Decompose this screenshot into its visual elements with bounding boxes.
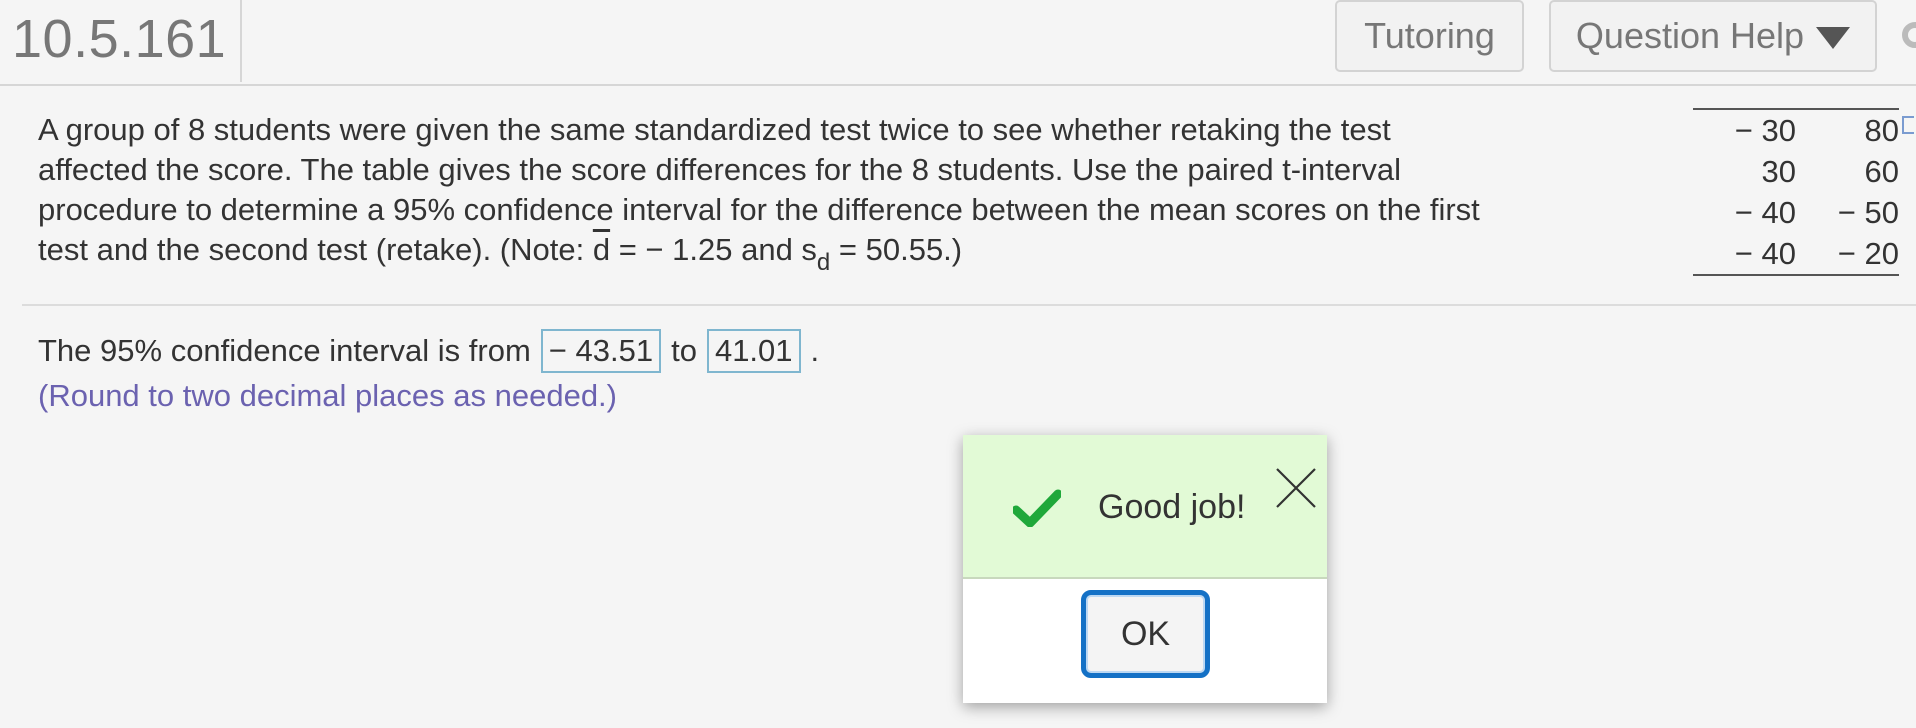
table-cell: − 40	[1734, 194, 1796, 230]
question-header: 10.5.161 Tutoring Question Help	[0, 0, 1916, 86]
question-help-button[interactable]: Question Help	[1549, 0, 1877, 72]
expand-table-icon[interactable]	[1902, 116, 1914, 134]
table-cell: − 40	[1734, 235, 1796, 271]
answer-prefix: The 95% confidence interval is from	[38, 333, 531, 368]
question-number: 10.5.161	[12, 9, 227, 69]
answer-sentence: The 95% confidence interval is from − 43…	[38, 327, 819, 375]
problem-line: affected the score. The table gives the …	[38, 152, 1402, 187]
table-cell: − 50	[1837, 194, 1899, 230]
ok-button[interactable]: OK	[1081, 590, 1210, 678]
answer-suffix: .	[810, 333, 820, 368]
table-row: 30 60	[1693, 151, 1899, 192]
table-cell: 30	[1761, 153, 1796, 189]
table-cell: − 30	[1734, 112, 1796, 148]
table-cell: 60	[1864, 153, 1899, 189]
rounding-hint: (Round to two decimal places as needed.)	[38, 378, 617, 413]
lower-bound-answer-box[interactable]: − 43.51	[540, 329, 662, 373]
checkmark-icon	[1013, 489, 1061, 527]
table-cell: 80	[1864, 112, 1899, 148]
feedback-message: Good job!	[1098, 488, 1246, 526]
table-row: − 30 80	[1693, 110, 1899, 151]
answer-connector: to	[671, 333, 697, 368]
note-suffix: = 50.55.)	[830, 232, 963, 267]
table-row: − 40 − 20	[1693, 233, 1899, 274]
sd-subscript: d	[816, 249, 831, 276]
problem-line: procedure to determine a 95% confidence …	[38, 192, 1480, 227]
table-cell: − 20	[1837, 235, 1899, 271]
feedback-banner: Good job!	[963, 435, 1327, 579]
problem-line: A group of 8 students were given the sam…	[38, 112, 1391, 147]
note-mid: = − 1.25 and s	[610, 232, 817, 267]
close-icon[interactable]	[1273, 465, 1319, 511]
question-help-label: Question Help	[1575, 15, 1805, 56]
problem-statement: A group of 8 students were given the sam…	[38, 110, 1578, 276]
note-prefix: test and the second test (retake). (Note…	[38, 232, 593, 267]
caret-down-icon	[1816, 27, 1851, 49]
header-divider	[240, 0, 242, 82]
problem-line: test and the second test (retake). (Note…	[38, 230, 1578, 276]
section-divider	[22, 304, 1916, 306]
d-bar-symbol: d	[592, 232, 611, 267]
table-row: − 40 − 50	[1693, 192, 1899, 233]
gear-icon[interactable]	[1898, 18, 1916, 54]
upper-bound-answer-box[interactable]: 41.01	[706, 329, 801, 373]
feedback-dialog: Good job! OK	[963, 435, 1327, 703]
tutoring-button[interactable]: Tutoring	[1335, 0, 1524, 72]
score-differences-table: − 30 80 30 60 − 40 − 50 − 40 − 20	[1693, 108, 1899, 276]
